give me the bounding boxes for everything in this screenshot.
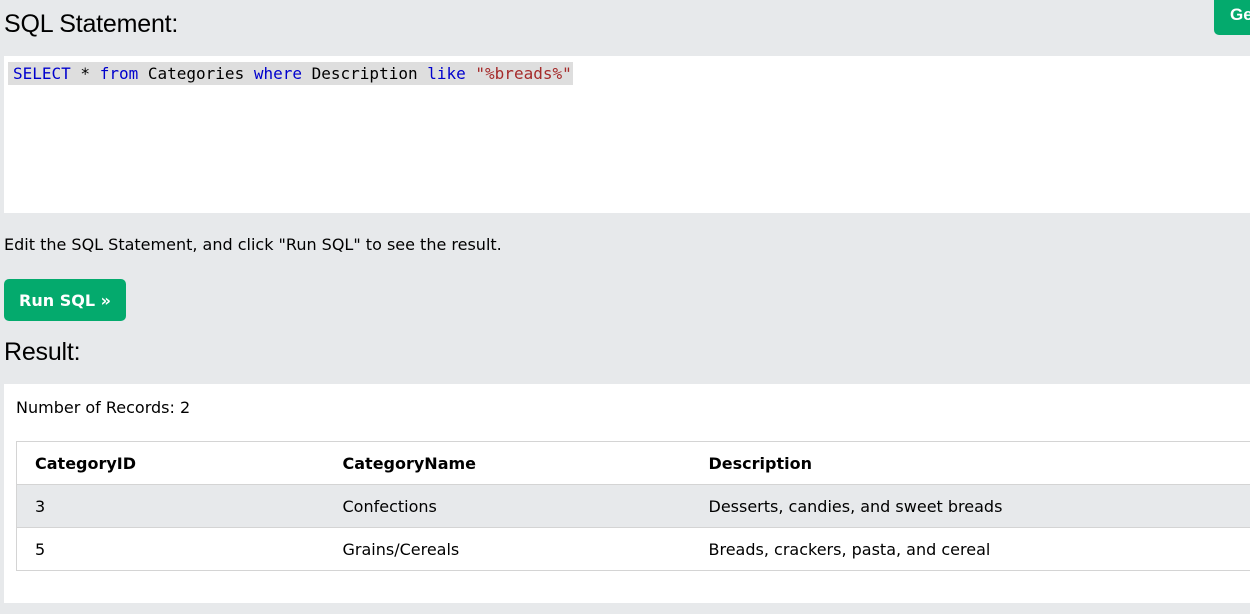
cell-category-name: Confections <box>324 484 691 528</box>
sql-editor[interactable]: SELECT * from Categories where Descripti… <box>4 56 1250 213</box>
sql-token-keyword: where <box>253 64 302 83</box>
sql-statement-heading: SQL Statement: <box>4 10 179 38</box>
sql-token-keyword: like <box>427 64 466 83</box>
run-sql-button[interactable]: Run SQL » <box>4 279 126 321</box>
sql-token-string: "%breads%" <box>475 64 572 83</box>
table-row: 5 Grains/Cereals Breads, crackers, pasta… <box>16 527 1250 571</box>
cell-description: Desserts, candies, and sweet breads <box>690 484 1250 528</box>
sql-token-keyword: SELECT <box>13 64 71 83</box>
column-header-description: Description <box>690 441 1250 485</box>
table-row: 3 Confections Desserts, candies, and swe… <box>16 484 1250 528</box>
results-table: CategoryID CategoryName Description 3 Co… <box>16 441 1250 571</box>
instructions-text: Edit the SQL Statement, and click "Run S… <box>4 235 502 254</box>
sql-token-plain: Description <box>302 64 428 83</box>
column-header-category-id: CategoryID <box>16 441 325 485</box>
cell-category-id: 5 <box>16 527 325 571</box>
sql-code-line[interactable]: SELECT * from Categories where Descripti… <box>8 62 573 85</box>
sql-token-plain <box>466 64 476 83</box>
sql-token-plain: * <box>70 64 100 83</box>
table-header-row: CategoryID CategoryName Description <box>16 441 1250 485</box>
get-sql-server-button[interactable]: Ge <box>1214 0 1250 35</box>
result-heading: Result: <box>4 338 81 366</box>
column-header-category-name: CategoryName <box>324 441 691 485</box>
cell-category-id: 3 <box>16 484 325 528</box>
sql-token-plain: Categories <box>138 64 254 83</box>
cell-description: Breads, crackers, pasta, and cereal <box>690 527 1250 571</box>
sql-token-keyword: from <box>99 64 139 83</box>
cell-category-name: Grains/Cereals <box>324 527 691 571</box>
result-panel: Number of Records: 2 CategoryID Category… <box>4 384 1250 603</box>
record-count: Number of Records: 2 <box>16 398 191 417</box>
